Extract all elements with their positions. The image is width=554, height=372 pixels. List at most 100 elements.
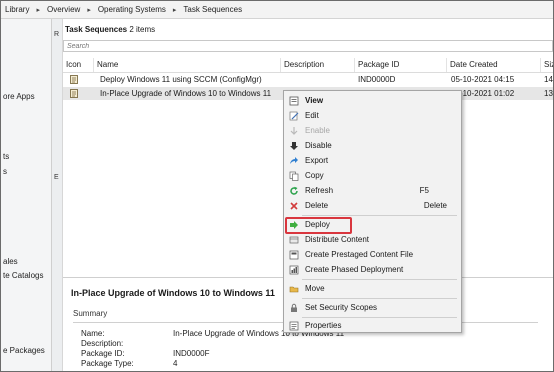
menu-item-export[interactable]: Export xyxy=(286,154,459,168)
move-icon xyxy=(289,286,299,293)
deploy-arrow-icon xyxy=(290,221,298,229)
prestaged-icon xyxy=(289,250,299,260)
nav-item[interactable]: e Packages xyxy=(3,346,45,355)
nav-item[interactable]: ales xyxy=(3,257,18,266)
menu-item-shortcut: Delete xyxy=(423,201,447,210)
menu-item-label: Refresh xyxy=(305,186,334,195)
context-menu: View Edit Enable Disable Export Copy Ref… xyxy=(283,90,462,333)
menu-item-view[interactable]: View xyxy=(286,94,459,108)
menu-item-label: Disable xyxy=(305,141,332,150)
nav-item[interactable]: ore Apps xyxy=(3,92,35,101)
copy-icon xyxy=(289,171,299,181)
menu-item-set-security-scopes[interactable]: Set Security Scopes xyxy=(286,301,459,315)
menu-item-create-phased-deployment[interactable]: Create Phased Deployment xyxy=(286,263,459,277)
table-row[interactable]: Deploy Windows 11 using SCCM (ConfigMgr)… xyxy=(63,73,553,86)
cell-date-created: 05-10-2021 01:02 xyxy=(451,89,515,98)
phased-deployment-icon xyxy=(289,265,299,275)
menu-item-label: Create Phased Deployment xyxy=(305,265,404,274)
breadcrumb: Library ▸ Overview ▸ Operating Systems ▸… xyxy=(1,1,553,19)
panel-title-text: Task Sequences xyxy=(65,25,128,34)
security-scopes-icon xyxy=(291,303,297,312)
nav-item[interactable]: s xyxy=(3,167,7,176)
breadcrumb-separator-icon: ▸ xyxy=(36,6,40,14)
menu-item-edit[interactable]: Edit xyxy=(286,109,459,123)
task-sequence-icon xyxy=(70,89,78,98)
pane-splitter[interactable]: R E xyxy=(52,19,63,371)
menu-item-create-prestaged-content-file[interactable]: Create Prestaged Content File xyxy=(286,248,459,262)
cell-name: In-Place Upgrade of Windows 10 to Window… xyxy=(100,89,272,98)
splitter-label: R xyxy=(54,31,60,38)
export-icon xyxy=(290,157,298,164)
enable-icon xyxy=(290,127,298,135)
column-header-description[interactable]: Description xyxy=(281,58,355,72)
search-box[interactable] xyxy=(63,40,553,52)
menu-item-label: Distribute Content xyxy=(305,235,370,244)
column-header-size[interactable]: Siz xyxy=(541,58,553,72)
search-input[interactable] xyxy=(64,41,552,52)
menu-item-move[interactable]: Move xyxy=(286,282,459,296)
nav-item[interactable]: te Catalogs xyxy=(3,271,43,280)
menu-separator xyxy=(302,279,457,280)
breadcrumb-separator-icon: ▸ xyxy=(87,6,91,14)
menu-item-delete[interactable]: Delete Delete xyxy=(286,199,459,213)
menu-item-shortcut: F5 xyxy=(419,186,429,195)
menu-item-label: Properties xyxy=(305,321,342,330)
nav-item[interactable]: ts xyxy=(3,152,9,161)
menu-separator xyxy=(302,298,457,299)
item-count: 2 items xyxy=(129,25,156,34)
edit-icon xyxy=(289,111,299,121)
menu-item-label: Edit xyxy=(305,111,319,120)
menu-item-label: Set Security Scopes xyxy=(305,303,378,312)
delete-icon xyxy=(290,202,298,210)
breadcrumb-item-task-sequences[interactable]: Task Sequences xyxy=(183,5,242,14)
refresh-icon xyxy=(290,186,298,195)
column-header-name[interactable]: Name xyxy=(94,58,281,72)
menu-item-distribute-content[interactable]: Distribute Content xyxy=(286,233,459,247)
menu-item-label: Copy xyxy=(305,171,324,180)
menu-separator xyxy=(302,215,457,216)
details-title: In-Place Upgrade of Windows 10 to Window… xyxy=(71,288,275,298)
breadcrumb-separator-icon: ▸ xyxy=(172,6,177,14)
menu-item-label: Move xyxy=(305,284,325,293)
distribute-icon xyxy=(289,236,299,244)
summary-label: Summary xyxy=(73,309,108,318)
menu-separator xyxy=(302,317,457,318)
menu-item-enable: Enable xyxy=(286,124,459,138)
cell-size: 14 xyxy=(544,75,553,84)
cell-date-created: 05-10-2021 04:15 xyxy=(451,75,515,84)
field-label: Package Type: xyxy=(81,359,134,368)
breadcrumb-label: Library xyxy=(5,5,30,14)
console-window: Library ▸ Overview ▸ Operating Systems ▸… xyxy=(0,0,554,372)
menu-item-label: View xyxy=(305,96,324,105)
menu-item-refresh[interactable]: Refresh F5 xyxy=(286,184,459,198)
cell-package-id: IND0000D xyxy=(358,75,396,84)
field-label: Name: xyxy=(81,329,105,338)
menu-item-disable[interactable]: Disable xyxy=(286,139,459,153)
field-label: Package ID: xyxy=(81,349,125,358)
menu-item-label: Export xyxy=(305,156,329,165)
menu-item-label: Delete xyxy=(305,201,329,210)
field-value: IND0000F xyxy=(173,349,210,358)
breadcrumb-item-operating-systems[interactable]: Operating Systems xyxy=(98,5,166,14)
menu-item-properties[interactable]: Properties xyxy=(286,319,459,333)
column-header-icon[interactable]: Icon xyxy=(63,58,94,72)
menu-item-label: Enable xyxy=(305,126,330,135)
cell-description xyxy=(284,73,354,86)
disable-arrow-icon xyxy=(290,142,298,150)
splitter-label: E xyxy=(54,174,59,181)
column-header-date-created[interactable]: Date Created xyxy=(447,58,541,72)
breadcrumb-item-library[interactable]: Library xyxy=(5,5,29,14)
menu-item-copy[interactable]: Copy xyxy=(286,169,459,183)
table-header: Icon Name Description Package ID Date Cr… xyxy=(63,58,553,73)
task-sequence-icon xyxy=(70,75,78,84)
menu-item-deploy[interactable]: Deploy xyxy=(285,217,459,234)
properties-icon xyxy=(289,321,299,331)
field-value: 4 xyxy=(173,359,178,368)
breadcrumb-item-overview[interactable]: Overview xyxy=(47,5,80,14)
field-label: Description: xyxy=(81,339,124,348)
breadcrumb-label: Overview xyxy=(46,5,81,14)
menu-item-label: Deploy xyxy=(305,220,330,229)
breadcrumb-label: Task Sequences xyxy=(183,5,243,14)
column-header-package-id[interactable]: Package ID xyxy=(355,58,447,72)
navigation-pane: ore Apps ts s ales te Catalogs e Package… xyxy=(1,19,52,371)
